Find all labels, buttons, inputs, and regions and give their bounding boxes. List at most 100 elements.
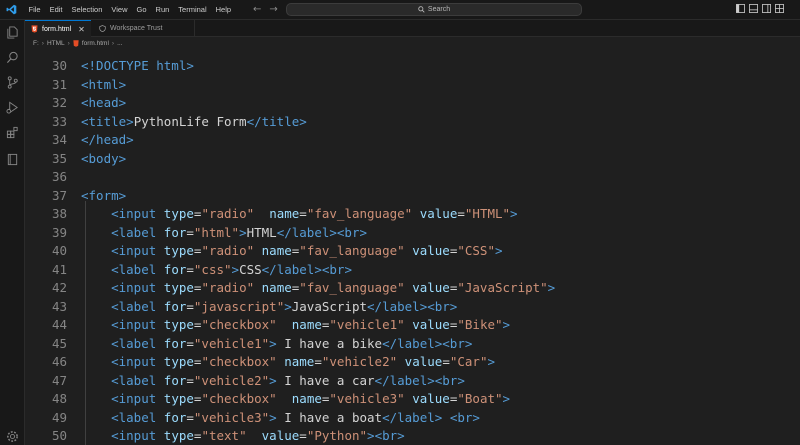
line-number: 35 [51, 150, 67, 166]
breadcrumb-drive[interactable]: F: [33, 40, 39, 47]
tab-form-html[interactable]: form.html ✕ [25, 20, 91, 37]
source-control-icon[interactable] [6, 76, 19, 89]
code-token: value [412, 280, 450, 295]
code-token: <input [111, 428, 164, 443]
code-line[interactable]: 33 <title>PythonLife Form</title> [25, 113, 800, 132]
code-token: > [487, 354, 496, 369]
code-line[interactable]: 45 <label for="vehicle1"> I have a bike<… [25, 335, 800, 354]
code-token: > [502, 391, 511, 406]
code-token: for [163, 372, 187, 388]
code-token: "Boat" [457, 391, 503, 406]
code-token: type [163, 354, 194, 369]
line-code: <html> [81, 76, 126, 95]
code-token: value [412, 317, 450, 332]
run-debug-icon[interactable] [6, 101, 19, 114]
settings-gear-icon[interactable] [6, 430, 19, 443]
line-number: 37 [51, 187, 67, 203]
breadcrumb-folder[interactable]: HTML [47, 40, 65, 47]
notebook-icon[interactable] [6, 153, 19, 166]
line-code: <input type="checkbox" name="vehicle3" v… [81, 390, 510, 409]
code-token: "fav_language" [306, 206, 413, 221]
code-token: I have a car [276, 372, 375, 388]
code-line[interactable]: 36 [25, 168, 800, 187]
indentation [81, 262, 111, 277]
menu-run[interactable]: Run [151, 0, 174, 20]
line-number: 44 [51, 317, 67, 332]
menu-help[interactable]: Help [211, 0, 235, 20]
close-tab-icon[interactable]: ✕ [78, 25, 85, 34]
code-line[interactable]: 34 </head> [25, 131, 800, 150]
line-code: <label for="javascript">JavaScript</labe… [81, 298, 457, 317]
menu-file[interactable]: File [24, 0, 45, 20]
code-token: "css" [193, 261, 232, 277]
indentation [81, 243, 111, 258]
code-line[interactable]: 35 <body> [25, 150, 800, 169]
code-line[interactable]: 48 <input type="checkbox" name="vehicle3… [25, 390, 800, 409]
toggle-panel-icon[interactable] [749, 4, 758, 13]
code-editor[interactable]: 30 <!DOCTYPE html> 31 <html> 32 <head> 33 <titl… [25, 50, 800, 445]
activity-bar [0, 20, 25, 445]
tab-workspace-trust[interactable]: Workspace Trust [91, 20, 195, 37]
code-token: > [231, 261, 240, 277]
indentation [81, 299, 111, 314]
code-line[interactable]: 42 <input type="radio" name="fav_languag… [25, 279, 800, 298]
code-line[interactable]: 38 <input type="radio" name="fav_languag… [25, 205, 800, 224]
code-line[interactable]: 31 <html> [25, 76, 800, 95]
code-token: <head> [81, 95, 127, 110]
code-token: "vehicle3" [329, 391, 405, 406]
code-token: > [502, 317, 511, 332]
menu-go[interactable]: Go [132, 0, 151, 20]
code-line[interactable]: 37 <form> [25, 187, 800, 206]
vscode-logo-icon [0, 0, 22, 20]
code-line[interactable]: 39 <label for="html">HTML</label><br> [25, 224, 800, 243]
line-number: 46 [51, 354, 67, 369]
menu-selection[interactable]: Selection [67, 0, 107, 20]
code-line[interactable]: 49 <label for="vehicle3"> I have a boat<… [25, 409, 800, 428]
code-line[interactable]: 41 <label for="css">CSS</label><br> [25, 261, 800, 280]
code-token: "checkbox" [201, 354, 277, 369]
indentation [81, 428, 111, 443]
command-center-search[interactable]: Search [286, 3, 582, 16]
toggle-primary-sidebar-icon[interactable] [736, 4, 745, 13]
code-token: <html> [81, 76, 127, 92]
code-line[interactable]: 40 <input type="radio" name="fav_languag… [25, 242, 800, 261]
code-line[interactable]: 44 <input type="checkbox" name="vehicle1… [25, 316, 800, 335]
explorer-icon[interactable] [6, 26, 19, 39]
code-token: <br> [449, 409, 480, 425]
line-number: 49 [51, 409, 67, 425]
code-token: "checkbox" [201, 317, 277, 332]
code-line[interactable]: 50 <input type="text" value="Python"><br… [25, 427, 800, 445]
menu-view[interactable]: View [107, 0, 132, 20]
code-token: for [163, 298, 187, 314]
code-token: = [186, 298, 194, 314]
line-number: 43 [51, 298, 67, 314]
code-token: CSS [239, 261, 262, 277]
breadcrumb-symbol[interactable]: ... [117, 40, 122, 47]
code-line[interactable]: 30 <!DOCTYPE html> [25, 57, 800, 76]
line-code: <label for="css">CSS</label><br> [81, 261, 352, 280]
breadcrumb: F: › HTML › form.html › ... [25, 37, 800, 50]
html-file-icon [73, 40, 79, 47]
code-token: > [269, 372, 277, 388]
code-line[interactable]: 43 <label for="javascript">JavaScript</l… [25, 298, 800, 317]
code-token: type [163, 317, 194, 332]
extensions-icon[interactable] [6, 126, 19, 139]
indentation [81, 354, 111, 369]
code-token: type [163, 428, 194, 443]
line-code: <title>PythonLife Form</title> [81, 113, 307, 132]
code-line[interactable]: 47 <label for="vehicle2"> I have a car</… [25, 372, 800, 391]
menu-terminal[interactable]: Terminal [174, 0, 211, 20]
customize-layout-icon[interactable] [775, 4, 784, 13]
breadcrumb-file[interactable]: form.html [82, 40, 109, 47]
code-token: "radio" [201, 206, 255, 221]
code-line[interactable]: 32 <head> [25, 94, 800, 113]
forward-arrow-icon[interactable]: → [269, 0, 277, 20]
back-arrow-icon[interactable]: ← [253, 0, 261, 20]
search-sidebar-icon[interactable] [6, 51, 19, 64]
toggle-secondary-sidebar-icon[interactable] [762, 4, 771, 13]
line-code: <body> [81, 150, 126, 169]
code-line[interactable]: 46 <input type="checkbox" name="vehicle2… [25, 353, 800, 372]
menu-edit[interactable]: Edit [45, 0, 67, 20]
